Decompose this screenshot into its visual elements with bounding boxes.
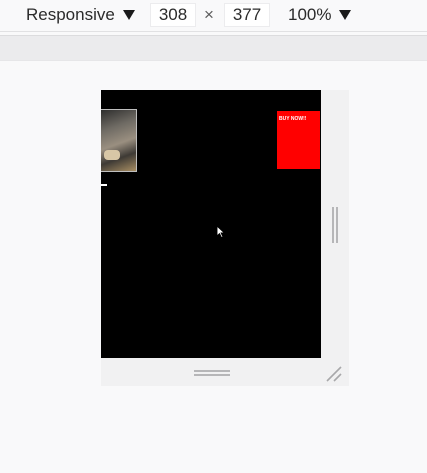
responsive-toolbar: Responsive 308 × 377 100% bbox=[0, 0, 427, 32]
zoom-selector-label: 100% bbox=[288, 5, 332, 24]
zoom-selector[interactable]: 100% bbox=[288, 5, 352, 25]
buy-now-button[interactable]: BUY NOW!! bbox=[277, 111, 320, 169]
dimension-separator: × bbox=[204, 5, 214, 24]
mouse-pointer-icon bbox=[216, 225, 226, 239]
resize-corner-icon[interactable] bbox=[325, 365, 343, 383]
device-selector[interactable]: Responsive bbox=[26, 5, 135, 25]
page-viewport[interactable]: BUY NOW!! bbox=[101, 90, 321, 358]
device-selector-label: Responsive bbox=[26, 5, 115, 24]
buy-now-label: BUY NOW!! bbox=[279, 116, 307, 122]
cat-image[interactable] bbox=[101, 109, 137, 172]
viewport-height-input[interactable]: 377 bbox=[224, 3, 270, 27]
caret-down-icon bbox=[339, 10, 352, 20]
viewport-width-input[interactable]: 308 bbox=[150, 3, 196, 27]
white-divider bbox=[101, 184, 107, 186]
caret-down-icon bbox=[122, 10, 135, 20]
resize-handle-bottom[interactable] bbox=[194, 369, 230, 377]
resize-handle-right[interactable] bbox=[331, 207, 339, 243]
ruler-bar bbox=[0, 35, 427, 61]
